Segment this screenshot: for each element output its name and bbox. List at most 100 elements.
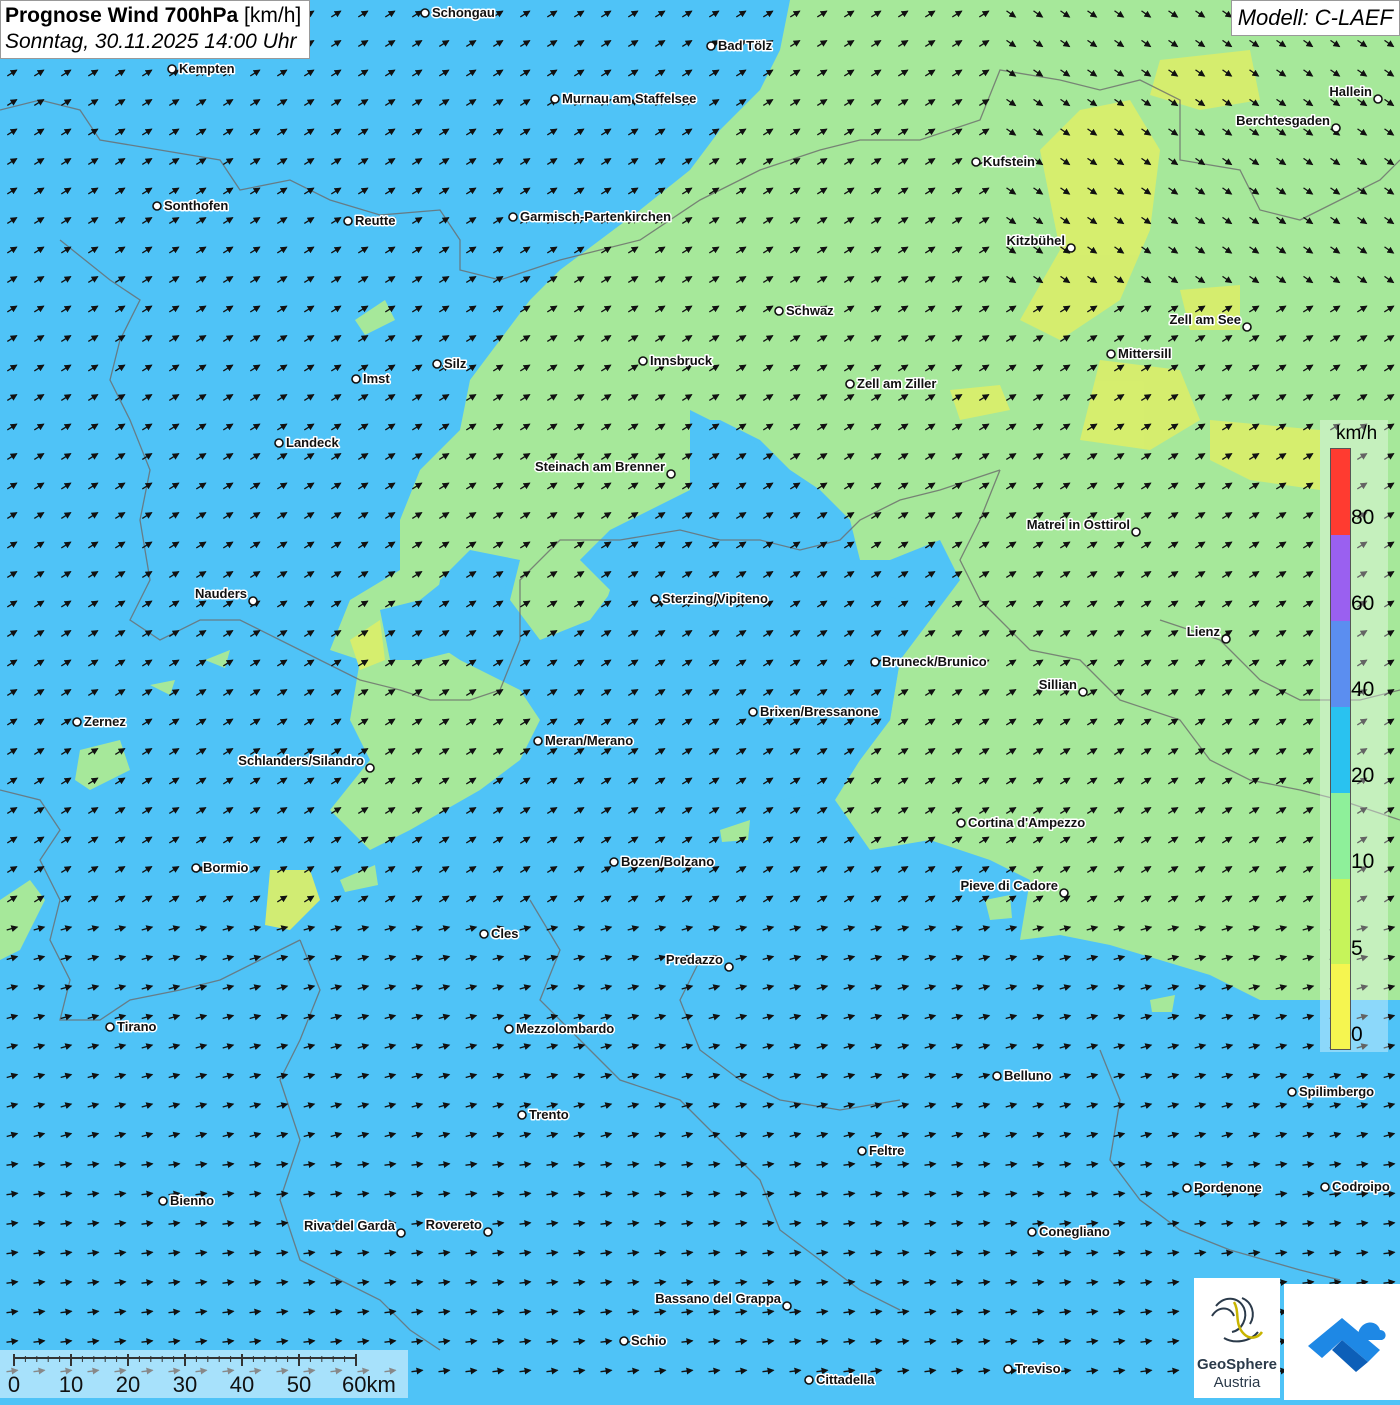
city-dot [191,863,201,873]
city-label: Steinach am Brenner [535,459,665,474]
wetter-app-logo-icon [1308,1318,1386,1372]
city-dot [956,818,966,828]
city-dot [533,736,543,746]
city-dot [479,929,489,939]
legend-label: 80 [1351,506,1375,529]
scale-bar: 0 10 20 30 40 50 60km [0,1350,408,1398]
city-dot [1027,1227,1037,1237]
city-label: Matrei in Osttirol [1027,517,1130,532]
city-label: Silz [444,356,467,371]
legend-label: 60 [1351,592,1375,615]
city-dot [1131,527,1141,537]
city-label: Sillian [1039,677,1077,692]
city-dot [706,41,716,51]
city-label: Codroipo [1332,1179,1390,1194]
city-label: Lienz [1187,624,1221,639]
map-title-unit: [km/h] [244,4,302,27]
city-marker: Sonthofen [152,197,230,215]
city-dot [274,438,284,448]
city-label: Feltre [869,1143,904,1158]
city-label: Predazzo [666,952,723,967]
city-label: Nauders [195,586,247,601]
city-label: Hallein [1329,84,1372,99]
city-label: Bienno [170,1193,214,1208]
city-dot [351,374,361,384]
city-dot [782,1301,792,1311]
legend-label: 20 [1351,764,1375,787]
city-marker: Conegliano [1027,1223,1111,1241]
city-label: Cittadella [816,1372,875,1387]
legend-label: 40 [1351,678,1375,701]
geosphere-logo-icon [1211,1297,1264,1343]
map-datetime: Sonntag, 30.11.2025 14:00 Uhr [5,30,297,53]
city-label: Berchtesgaden [1236,113,1330,128]
city-label: Zell am Ziller [857,376,936,391]
legend-label: 10 [1351,850,1375,873]
city-label: Kempten [179,61,235,76]
city-label: Schongau [432,5,495,20]
city-marker: Zell am Ziller [845,375,938,393]
city-label: Trento [529,1107,569,1122]
legend-segment [1331,964,1350,1049]
legend-segment [1331,879,1350,964]
city-marker: Garmisch-Partenkirchen [508,208,673,226]
city-dot [1221,634,1231,644]
map-title: Prognose Wind 700hPa [km/h] [5,3,301,29]
logo-line2: Austria [1213,1374,1261,1391]
scale-label: 0 [8,1372,20,1397]
city-dot [504,1024,514,1034]
city-label: Landeck [286,435,340,450]
city-dot [365,763,375,773]
city-label: Innsbruck [650,353,713,368]
city-label: Sterzing/Vipiteno [662,591,768,606]
city-dot [1003,1364,1013,1374]
city-dot [724,962,734,972]
city-label: Meran/Merano [545,733,633,748]
logo-line1: GeoSphere [1196,1356,1278,1373]
scale-label: 50 [287,1372,311,1397]
legend-label: 0 [1351,1023,1363,1046]
map-title-main: Prognose Wind 700hPa [5,4,239,27]
city-label: Rovereto [426,1217,482,1232]
wetter-app-logo [1284,1284,1400,1400]
city-dot [420,8,430,18]
city-label: Schwaz [786,303,834,318]
city-dot [870,657,880,667]
city-dot [1059,888,1069,898]
city-marker: Schongau [420,4,496,22]
city-dot [1242,322,1252,332]
map-title-box: Prognose Wind 700hPa [km/h] Sonntag, 30.… [0,0,311,59]
city-dot [152,201,162,211]
city-dot [1320,1182,1330,1192]
city-dot [845,379,855,389]
city-label: Conegliano [1039,1224,1110,1239]
legend-color-bar [1330,448,1351,1050]
city-dot [638,356,648,366]
city-marker: Innsbruck [638,352,714,370]
city-dot [1373,94,1383,104]
city-label: Treviso [1015,1361,1061,1376]
scale-label: 40 [230,1372,254,1397]
city-label: Pieve di Cadore [960,878,1058,893]
city-label: Bassano del Grappa [655,1291,781,1306]
city-label: Brixen/Bressanone [760,704,879,719]
city-dot [72,717,82,727]
city-dot [517,1110,527,1120]
city-label: Garmisch-Partenkirchen [520,209,671,224]
model-label: Modell: C-LAEF [1230,0,1400,36]
wind-map: Schongau Bad Tölz Kempten Hallein Murnau am … [0,0,1400,1400]
city-label: Cles [491,926,518,941]
city-label: Cortina d'Ampezzo [968,815,1085,830]
geosphere-logo: GeoSphere Austria [1194,1278,1280,1398]
city-label: Schlanders/Silandro [238,753,364,768]
city-dot [396,1228,406,1238]
city-dot [857,1146,867,1156]
city-marker: Sterzing/Vipiteno [650,590,769,608]
city-marker: Brixen/Bressanone [748,703,880,721]
city-label: Kitzbühel [1007,233,1066,248]
city-dot [105,1022,115,1032]
city-dot [650,594,660,604]
city-dot [432,359,442,369]
legend-segment [1331,449,1350,535]
city-label: Bozen/Bolzano [621,854,714,869]
